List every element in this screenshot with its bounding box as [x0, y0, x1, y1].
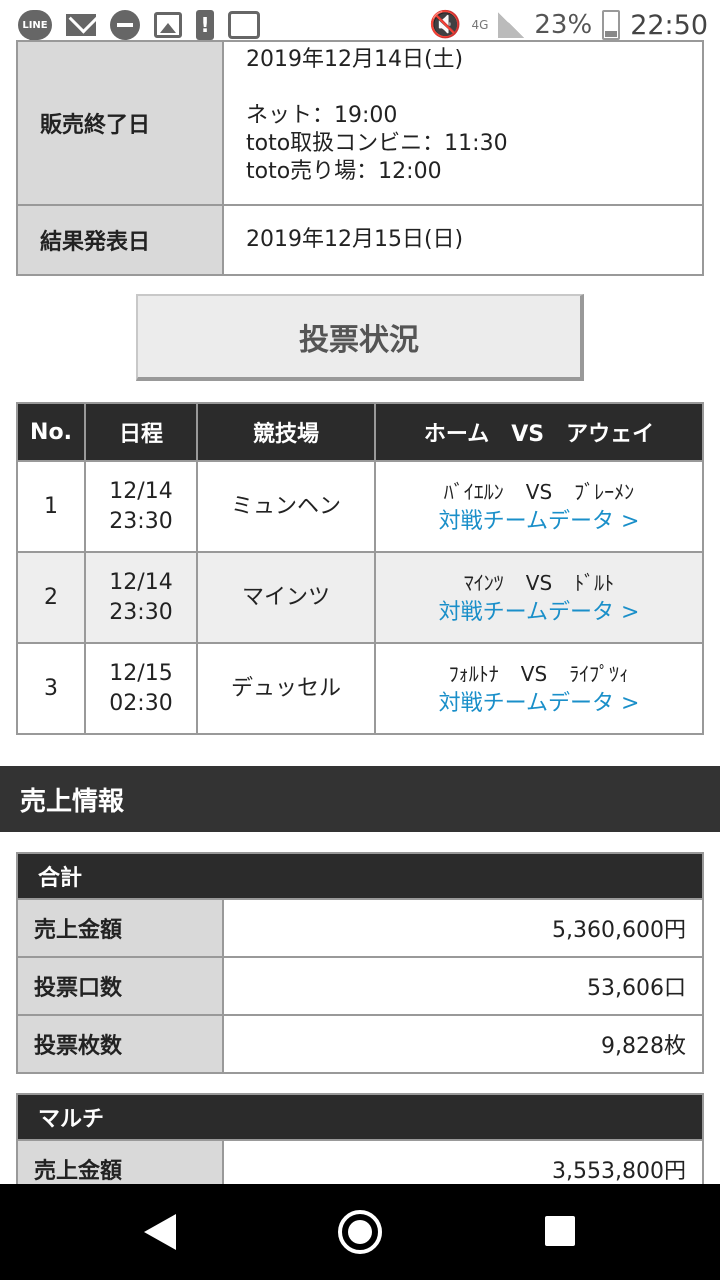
do-not-disturb-icon	[110, 10, 140, 40]
match-datetime: 12/15 02:30	[84, 642, 198, 735]
table-row: 3 12/15 02:30 デュッセル ﾌｫﾙﾄﾅ VS ﾗｲﾌﾟﾂｨ 対戦チームデー…	[16, 642, 704, 735]
signal-icon	[498, 12, 525, 38]
sales-value: 53,606口	[222, 956, 704, 1016]
navigation-bar	[0, 1184, 720, 1280]
activity-icon	[228, 11, 260, 39]
conv-deadline: toto取扱コンビニ：11:30	[246, 131, 508, 156]
match-datetime: 12/14 23:30	[84, 551, 198, 644]
away-team: ﾌﾞﾚｰﾒﾝ	[574, 479, 635, 504]
match-no: 2	[16, 551, 86, 644]
sales-label: 投票枚数	[16, 1014, 224, 1074]
sales-total-table: 合計 売上金額 5,360,600円 投票口数 53,606口 投票枚数 9,8…	[16, 852, 704, 1074]
team-data-link[interactable]: 対戦チームデータ >	[376, 507, 702, 537]
match-venue: マインツ	[196, 551, 376, 644]
table-row: 投票枚数 9,828枚	[16, 1014, 704, 1074]
home-icon[interactable]	[338, 1210, 382, 1254]
away-team: ﾄﾞﾙﾄ	[574, 570, 615, 595]
sales-date: 2019年12月14日(土)	[246, 47, 464, 72]
sales-value: 9,828枚	[222, 1014, 704, 1074]
away-team: ﾗｲﾌﾟﾂｨ	[569, 661, 630, 686]
alert-icon: !	[196, 10, 214, 40]
sales-end-value: 2019年12月14日(土) ネット：19:00 toto取扱コンビニ：11:3…	[222, 40, 704, 206]
header-no: No.	[16, 402, 86, 462]
result-date-value: 2019年12月15日(日)	[222, 204, 704, 276]
team-data-link[interactable]: 対戦チームデータ >	[376, 689, 702, 719]
match-venue: ミュンヘン	[196, 460, 376, 553]
home-team: ﾊﾞｲｴﾙﾝ	[443, 479, 504, 504]
recent-apps-icon[interactable]	[545, 1216, 575, 1246]
vote-status-button[interactable]: 投票状況	[136, 294, 584, 381]
mute-icon: 🔇	[429, 10, 462, 40]
table-row: 売上金額 5,360,600円	[16, 898, 704, 958]
sales-section-title: 売上情報	[0, 766, 720, 832]
schedule-table: 販売終了日 2019年12月14日(土) ネット：19:00 toto取扱コンビ…	[16, 40, 704, 276]
table-row: 1 12/14 23:30 ミュンヘン ﾊﾞｲｴﾙﾝ VS ﾌﾞﾚｰﾒﾝ 対戦チームデ…	[16, 460, 704, 553]
match-teams: ﾏｲﾝﾂ VS ﾄﾞﾙﾄ 対戦チームデータ >	[374, 551, 704, 644]
sales-value: 5,360,600円	[222, 898, 704, 958]
clock: 22:50	[630, 9, 708, 41]
table-row: 投票口数 53,606口	[16, 956, 704, 1016]
mail-icon	[66, 14, 96, 36]
shop-deadline: toto売り場：12:00	[246, 159, 442, 184]
match-no: 3	[16, 642, 86, 735]
match-teams: ﾌｫﾙﾄﾅ VS ﾗｲﾌﾟﾂｨ 対戦チームデータ >	[374, 642, 704, 735]
match-venue: デュッセル	[196, 642, 376, 735]
home-team: ﾏｲﾝﾂ	[463, 570, 504, 595]
battery-icon	[602, 10, 621, 40]
match-no: 1	[16, 460, 86, 553]
battery-percent: 23%	[534, 10, 593, 40]
match-table: No. 日程 競技場 ホーム VS アウェイ 1 12/14 23:30 ミュンヘ…	[16, 402, 704, 735]
net-deadline: ネット：19:00	[246, 103, 398, 128]
sales-label: 投票口数	[16, 956, 224, 1016]
network-type: 4G	[471, 18, 489, 32]
sales-multi-title: マルチ	[16, 1093, 704, 1141]
sales-end-label: 販売終了日	[16, 40, 224, 206]
sales-total-title: 合計	[16, 852, 704, 900]
back-icon[interactable]	[144, 1214, 176, 1250]
header-matchup: ホーム VS アウェイ	[374, 402, 704, 462]
line-app-icon: LINE	[18, 10, 52, 45]
sales-label: 売上金額	[16, 898, 224, 958]
match-teams: ﾊﾞｲｴﾙﾝ VS ﾌﾞﾚｰﾒﾝ 対戦チームデータ >	[374, 460, 704, 553]
match-datetime: 12/14 23:30	[84, 460, 198, 553]
header-date: 日程	[84, 402, 198, 462]
team-data-link[interactable]: 対戦チームデータ >	[376, 598, 702, 628]
home-team: ﾌｫﾙﾄﾅ	[448, 661, 499, 686]
result-date-label: 結果発表日	[16, 204, 224, 276]
image-icon	[154, 12, 182, 38]
table-row: 2 12/14 23:30 マインツ ﾏｲﾝﾂ VS ﾄﾞﾙﾄ 対戦チームデータ >	[16, 551, 704, 644]
header-venue: 競技場	[196, 402, 376, 462]
